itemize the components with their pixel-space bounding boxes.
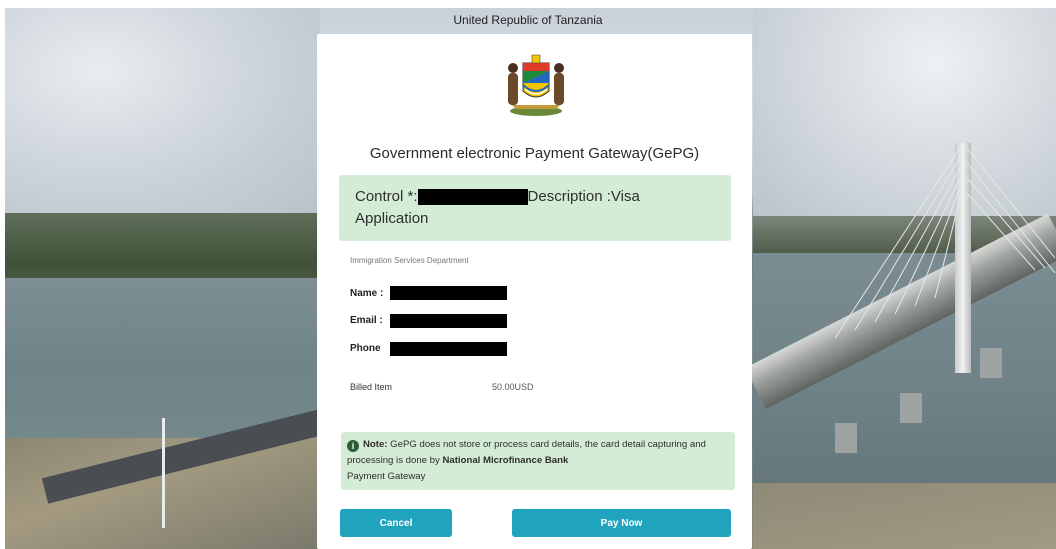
redacted-name xyxy=(390,286,507,300)
pay-now-button[interactable]: Pay Now xyxy=(512,509,731,537)
note-bank: National Microfinance Bank xyxy=(442,455,569,466)
control-description-box: Control *: Description :Visa Application xyxy=(339,175,731,241)
cancel-button[interactable]: Cancel xyxy=(340,509,452,537)
email-field: Email : xyxy=(350,315,383,326)
gateway-title: Government electronic Payment Gateway(Ge… xyxy=(369,145,700,162)
billed-item-label: Billed Item xyxy=(350,382,393,392)
note-text-end: Payment Gateway xyxy=(347,471,426,482)
redacted-phone xyxy=(390,342,507,356)
email-label: Email : xyxy=(350,315,383,326)
department-label: Immigration Services Department xyxy=(350,256,469,265)
redacted-email xyxy=(390,314,507,328)
name-label: Name : xyxy=(350,288,384,299)
phone-label: Phone xyxy=(350,343,381,354)
control-label: Control *: xyxy=(355,188,418,205)
description-value: Application xyxy=(355,210,429,227)
payment-modal: Government electronic Payment Gateway(Ge… xyxy=(317,34,752,549)
description-label: Description :Visa xyxy=(527,188,640,205)
note-prefix: Note: xyxy=(363,439,388,450)
redacted-control-number xyxy=(417,189,528,206)
info-circle-icon: i xyxy=(347,440,359,452)
tanzania-coat-of-arms-icon xyxy=(508,54,564,116)
billed-item-value: 50.00USD xyxy=(492,382,534,392)
name-field: Name : xyxy=(350,288,383,299)
country-title: United Republic of Tanzania xyxy=(453,13,603,27)
phone-field: Phone xyxy=(350,343,381,354)
note-box: i Note: GePG does not store or process ca… xyxy=(341,432,735,490)
